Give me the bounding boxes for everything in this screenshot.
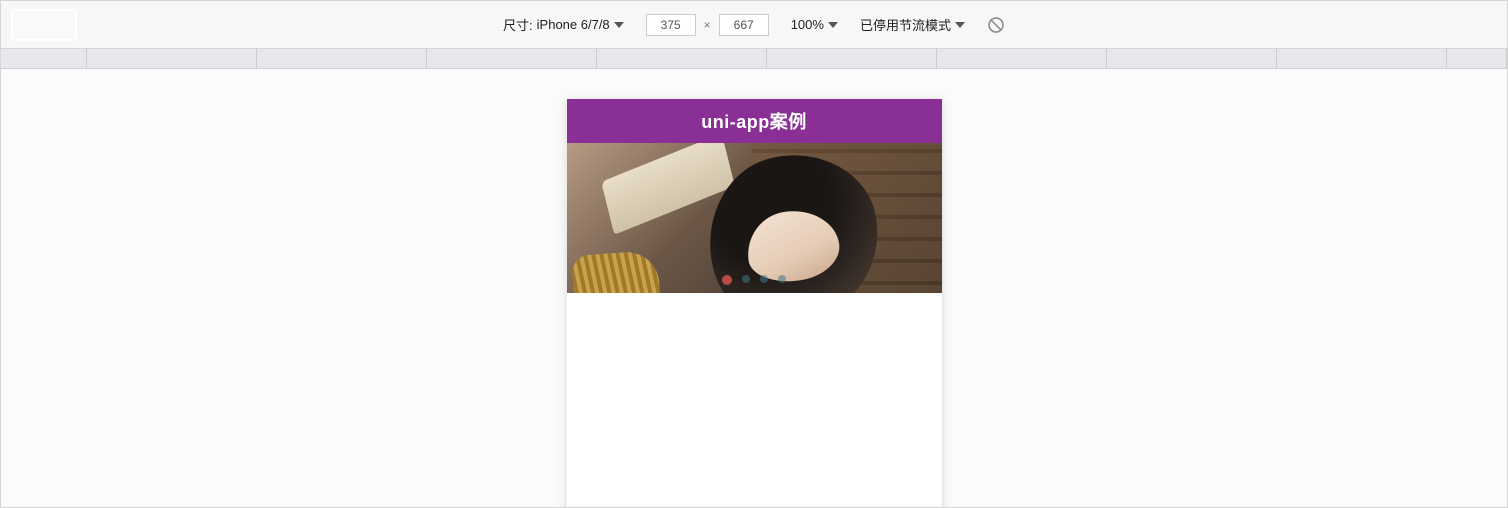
ruler-tick — [427, 49, 597, 68]
dimension-separator: × — [702, 18, 713, 32]
throttling-select[interactable]: 已停用节流模式 — [860, 15, 965, 34]
ruler-tick — [937, 49, 1107, 68]
ruler-tick — [1107, 49, 1277, 68]
height-input[interactable] — [719, 14, 769, 36]
zoom-value-label: 100% — [791, 17, 824, 32]
ruler-tick — [87, 49, 257, 68]
ruler-tick — [767, 49, 937, 68]
zoom-select[interactable]: 100% — [791, 17, 838, 32]
pager-dot[interactable] — [778, 275, 786, 283]
ruler-tick — [257, 49, 427, 68]
pager-dot[interactable] — [760, 275, 768, 283]
caret-down-icon — [828, 22, 838, 28]
throttling-label: 已停用节流模式 — [860, 15, 951, 34]
device-select[interactable]: 尺寸: iPhone 6/7/8 — [503, 15, 624, 34]
ruler-tick — [1277, 49, 1447, 68]
device-canvas: uni-app案例 — [1, 69, 1507, 507]
size-label: 尺寸: — [503, 15, 533, 34]
pager-dot[interactable] — [742, 275, 750, 283]
caret-down-icon — [614, 22, 624, 28]
rotate-button[interactable] — [987, 16, 1005, 34]
ruler-tick — [1, 49, 87, 68]
app-logo — [11, 9, 77, 41]
horizontal-ruler — [1, 49, 1507, 69]
swiper-image-detail — [571, 250, 661, 293]
devtools-device-mode: 尺寸: iPhone 6/7/8 × 100% 已停用节流模式 — [0, 0, 1508, 508]
app-body[interactable] — [567, 293, 942, 508]
caret-down-icon — [955, 22, 965, 28]
ruler-tick — [1447, 49, 1507, 68]
dimensions-group: × — [646, 14, 769, 36]
image-swiper[interactable] — [567, 143, 942, 293]
rotate-icon — [987, 16, 1005, 34]
app-navbar: uni-app案例 — [567, 99, 942, 143]
swiper-pager — [567, 275, 942, 285]
pager-dot[interactable] — [722, 275, 732, 285]
ruler-tick — [597, 49, 767, 68]
width-input[interactable] — [646, 14, 696, 36]
page-title: uni-app案例 — [701, 108, 807, 134]
emulation-toolbar: 尺寸: iPhone 6/7/8 × 100% 已停用节流模式 — [1, 1, 1507, 49]
device-frame: uni-app案例 — [567, 99, 942, 508]
device-name-label: iPhone 6/7/8 — [537, 17, 610, 32]
